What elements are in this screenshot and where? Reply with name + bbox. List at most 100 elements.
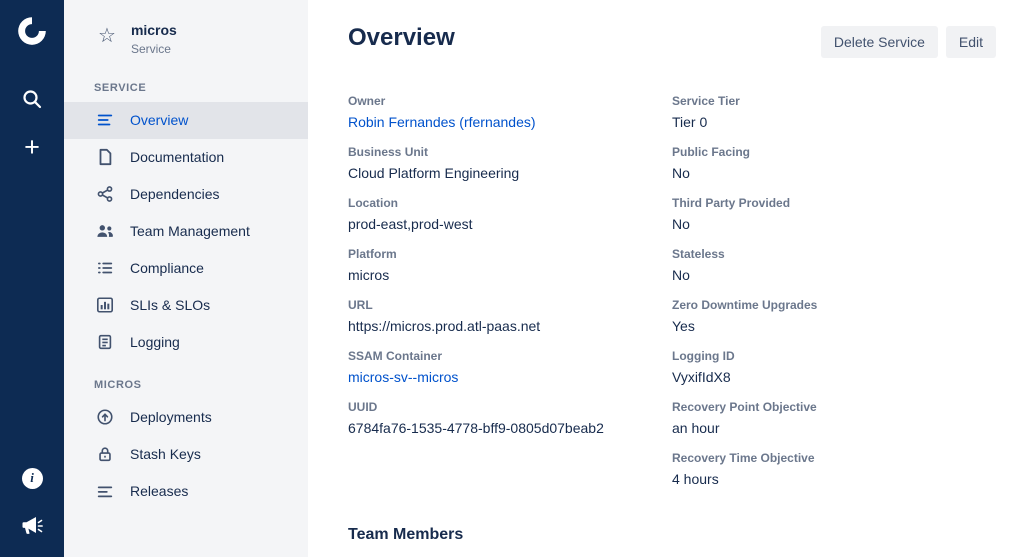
field-label: Third Party Provided [672, 196, 996, 210]
sidebar-item-team-management[interactable]: Team Management [64, 213, 308, 250]
field-value: prod-east,prod-west [348, 216, 672, 233]
sidebar-item-deployments[interactable]: Deployments [64, 399, 308, 436]
owner-link[interactable]: Robin Fernandes (rfernandes) [348, 114, 672, 131]
field-label: URL [348, 298, 672, 312]
sidebar-item-slis-slos[interactable]: SLIs & SLOs [64, 287, 308, 324]
sidebar-item-logging[interactable]: Logging [64, 324, 308, 361]
sidebar-item-label: Deployments [130, 409, 212, 425]
field-value: an hour [672, 420, 996, 437]
sidebar-item-label: Dependencies [130, 186, 220, 202]
fields-left-column: Owner Robin Fernandes (rfernandes) Busin… [348, 94, 672, 502]
field-service-tier: Service Tier Tier 0 [672, 94, 996, 131]
sidebar-item-label: SLIs & SLOs [130, 297, 210, 313]
sidebar-item-stash-keys[interactable]: Stash Keys [64, 436, 308, 473]
field-label: Zero Downtime Upgrades [672, 298, 996, 312]
field-label: Business Unit [348, 145, 672, 159]
field-value: 4 hours [672, 471, 996, 488]
releases-lines-icon [96, 482, 114, 500]
field-value: https://micros.prod.atl-paas.net [348, 318, 672, 335]
field-label: Public Facing [672, 145, 996, 159]
share-nodes-icon [96, 185, 114, 203]
field-label: Stateless [672, 247, 996, 261]
field-label: Logging ID [672, 349, 996, 363]
field-label: Recovery Time Objective [672, 451, 996, 465]
sidebar-item-label: Releases [130, 483, 188, 499]
ssam-container-link[interactable]: micros-sv--micros [348, 369, 672, 386]
service-fields: Owner Robin Fernandes (rfernandes) Busin… [348, 94, 996, 502]
header-actions: Delete Service Edit [821, 26, 996, 58]
field-label: Service Tier [672, 94, 996, 108]
sidebar-item-overview[interactable]: Overview [64, 102, 308, 139]
team-members-section: Team Members Jeremy Baumont (jbaumo (bui… [348, 526, 996, 557]
field-label: Location [348, 196, 672, 210]
sidebar-item-label: Documentation [130, 149, 224, 165]
sidebar-header: ☆ micros Service [64, 22, 308, 56]
sidebar-item-label: Team Management [130, 223, 250, 239]
sidebar: ☆ micros Service SERVICE Overview Docume… [64, 0, 308, 557]
overview-lines-icon [96, 111, 114, 129]
field-public-facing: Public Facing No [672, 145, 996, 182]
create-icon[interactable]: + [15, 130, 49, 164]
field-value: 6784fa76-1535-4778-bff9-0805d07beab2 [348, 420, 672, 437]
field-uuid: UUID 6784fa76-1535-4778-bff9-0805d07beab… [348, 400, 672, 437]
field-zero-downtime-upgrades: Zero Downtime Upgrades Yes [672, 298, 996, 335]
announcement-icon[interactable] [15, 509, 49, 543]
sidebar-item-label: Compliance [130, 260, 204, 276]
sidebar-item-label: Logging [130, 334, 180, 350]
sidebar-item-dependencies[interactable]: Dependencies [64, 176, 308, 213]
field-value: No [672, 267, 996, 284]
checklist-icon [96, 259, 114, 277]
app-rail: + i [0, 0, 64, 557]
favorite-star-icon[interactable]: ☆ [98, 23, 116, 48]
bar-chart-icon [96, 296, 114, 314]
field-label: SSAM Container [348, 349, 672, 363]
field-ssam-container: SSAM Container micros-sv--micros [348, 349, 672, 386]
field-value: Tier 0 [672, 114, 996, 131]
field-value: No [672, 216, 996, 233]
field-recovery-point-objective: Recovery Point Objective an hour [672, 400, 996, 437]
fields-right-column: Service Tier Tier 0 Public Facing No Thi… [672, 94, 996, 502]
field-logging-id: Logging ID VyxifIdX8 [672, 349, 996, 386]
search-icon[interactable] [15, 82, 49, 116]
sidebar-item-compliance[interactable]: Compliance [64, 250, 308, 287]
field-label: Owner [348, 94, 672, 108]
people-icon [96, 222, 114, 240]
main-content: Overview Delete Service Edit Owner Robin… [308, 0, 1024, 557]
app-logo-icon[interactable] [15, 14, 49, 48]
field-recovery-time-objective: Recovery Time Objective 4 hours [672, 451, 996, 488]
team-members-heading: Team Members [348, 526, 996, 544]
sidebar-item-label: Stash Keys [130, 446, 201, 462]
field-business-unit: Business Unit Cloud Platform Engineering [348, 145, 672, 182]
lock-icon [96, 445, 114, 463]
sidebar-item-releases[interactable]: Releases [64, 473, 308, 510]
edit-button[interactable]: Edit [946, 26, 996, 58]
field-value: Yes [672, 318, 996, 335]
field-third-party-provided: Third Party Provided No [672, 196, 996, 233]
section-label-micros: MICROS [64, 379, 308, 391]
field-value: Cloud Platform Engineering [348, 165, 672, 182]
page-title: Overview [348, 24, 455, 52]
field-location: Location prod-east,prod-west [348, 196, 672, 233]
field-label: Platform [348, 247, 672, 261]
field-value: micros [348, 267, 672, 284]
sidebar-item-label: Overview [130, 112, 188, 128]
field-value: No [672, 165, 996, 182]
service-name: micros [131, 22, 177, 40]
field-owner: Owner Robin Fernandes (rfernandes) [348, 94, 672, 131]
field-label: Recovery Point Objective [672, 400, 996, 414]
field-platform: Platform micros [348, 247, 672, 284]
service-type: Service [131, 42, 177, 56]
field-stateless: Stateless No [672, 247, 996, 284]
field-label: UUID [348, 400, 672, 414]
deploy-up-arrow-icon [96, 408, 114, 426]
delete-service-button[interactable]: Delete Service [821, 26, 938, 58]
page-header: Overview Delete Service Edit [348, 24, 996, 58]
field-url: URL https://micros.prod.atl-paas.net [348, 298, 672, 335]
section-label-service: SERVICE [64, 82, 308, 94]
info-icon[interactable]: i [15, 461, 49, 495]
document-icon [96, 148, 114, 166]
sidebar-item-documentation[interactable]: Documentation [64, 139, 308, 176]
field-value: VyxifIdX8 [672, 369, 996, 386]
log-document-icon [96, 333, 114, 351]
app-window: + i ☆ micros Service SERVICE Overvie [0, 0, 1024, 557]
